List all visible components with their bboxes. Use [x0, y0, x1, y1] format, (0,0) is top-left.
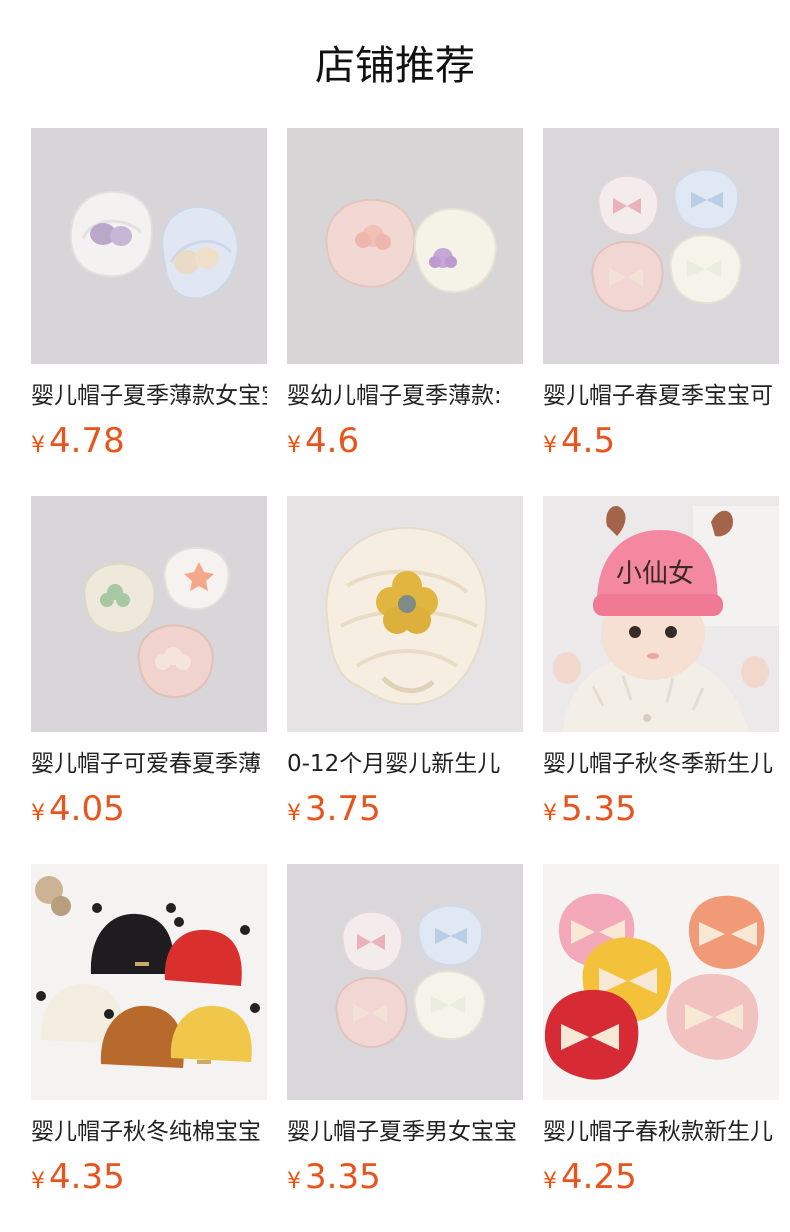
- page-title: 店铺推荐: [315, 43, 475, 89]
- price-value: 5.35: [561, 789, 637, 829]
- product-title[interactable]: 婴儿帽子秋冬纯棉宝宝: [31, 1116, 267, 1148]
- product-card[interactable]: 小仙女 婴儿帽子秋冬季新生儿 ¥5.35: [543, 496, 779, 832]
- currency-symbol: ¥: [31, 433, 45, 458]
- product-card[interactable]: 婴幼儿帽子夏季薄款: ¥4.6: [287, 128, 523, 464]
- product-title[interactable]: 婴儿帽子夏季薄款女宝宝: [31, 380, 267, 412]
- product-title[interactable]: 婴儿帽子秋冬季新生儿: [543, 748, 779, 780]
- currency-symbol: ¥: [287, 433, 301, 458]
- currency-symbol: ¥: [287, 801, 301, 826]
- product-card[interactable]: 0-12个月婴儿新生儿 ¥3.75: [287, 496, 523, 832]
- currency-symbol: ¥: [543, 433, 557, 458]
- product-image[interactable]: [543, 128, 779, 364]
- product-card[interactable]: 婴儿帽子可爱春夏季薄 ¥4.05: [31, 496, 267, 832]
- hat-embroidery-text: 小仙女: [616, 559, 694, 589]
- product-title[interactable]: 婴儿帽子可爱春夏季薄: [31, 748, 267, 780]
- product-title[interactable]: 婴幼儿帽子夏季薄款:: [287, 380, 523, 412]
- product-image[interactable]: 小仙女: [543, 496, 779, 732]
- price-value: 4.78: [49, 421, 125, 461]
- price-value: 3.75: [305, 789, 381, 829]
- product-card[interactable]: 婴儿帽子夏季男女宝宝 ¥3.35: [287, 864, 523, 1200]
- product-image[interactable]: [543, 864, 779, 1100]
- price-value: 4.5: [561, 421, 616, 461]
- product-price: ¥4.78: [31, 418, 267, 464]
- currency-symbol: ¥: [543, 801, 557, 826]
- product-image[interactable]: [287, 864, 523, 1100]
- price-value: 4.35: [49, 1157, 125, 1197]
- product-price: ¥4.35: [31, 1154, 267, 1200]
- product-title[interactable]: 婴儿帽子春夏季宝宝可: [543, 380, 779, 412]
- price-value: 4.6: [305, 421, 360, 461]
- product-card[interactable]: 婴儿帽子春夏季宝宝可 ¥4.5: [543, 128, 779, 464]
- currency-symbol: ¥: [543, 1169, 557, 1194]
- price-value: 3.35: [305, 1157, 381, 1197]
- currency-symbol: ¥: [287, 1169, 301, 1194]
- price-value: 4.05: [49, 789, 125, 829]
- product-title[interactable]: 婴儿帽子夏季男女宝宝: [287, 1116, 523, 1148]
- product-image[interactable]: [31, 496, 267, 732]
- currency-symbol: ¥: [31, 801, 45, 826]
- product-price: ¥3.75: [287, 786, 523, 832]
- product-title[interactable]: 婴儿帽子春秋款新生儿: [543, 1116, 779, 1148]
- product-title[interactable]: 0-12个月婴儿新生儿: [287, 748, 523, 780]
- product-image[interactable]: [287, 128, 523, 364]
- product-price: ¥4.6: [287, 418, 523, 464]
- product-card[interactable]: 婴儿帽子秋冬纯棉宝宝 ¥4.35: [31, 864, 267, 1200]
- product-card[interactable]: 婴儿帽子春秋款新生儿 ¥4.25: [543, 864, 779, 1200]
- product-price: ¥4.5: [543, 418, 779, 464]
- product-price: ¥5.35: [543, 786, 779, 832]
- currency-symbol: ¥: [31, 1169, 45, 1194]
- product-image[interactable]: [287, 496, 523, 732]
- product-price: ¥4.25: [543, 1154, 779, 1200]
- product-price: ¥4.05: [31, 786, 267, 832]
- product-card[interactable]: 婴儿帽子夏季薄款女宝宝 ¥4.78: [31, 128, 267, 464]
- price-value: 4.25: [561, 1157, 637, 1197]
- product-price: ¥3.35: [287, 1154, 523, 1200]
- product-image[interactable]: [31, 128, 267, 364]
- product-image[interactable]: [31, 864, 267, 1100]
